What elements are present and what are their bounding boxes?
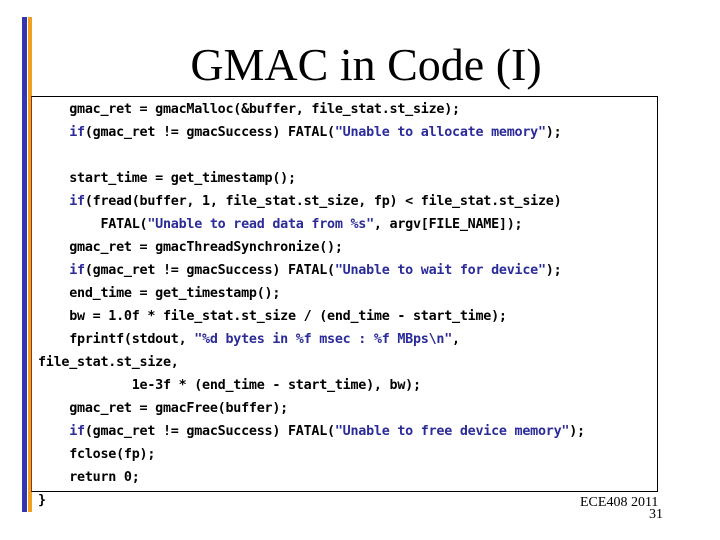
code-keyword: if [69,194,85,209]
code-text: (gmac_ret != gmacSuccess) FATAL( [84,424,335,439]
code-keyword: if [69,263,85,278]
code-string: "Unable to free device memory" [334,424,570,439]
code-text: start_time = get_timestamp(); [38,171,296,186]
code-line: if(gmac_ret != gmacSuccess) FATAL("Unabl… [38,420,585,443]
code-text: ); [545,125,562,140]
code-block: gmac_ret = gmacMalloc(&buffer, file_stat… [38,98,585,512]
code-line: end_time = get_timestamp(); [38,282,585,305]
code-text: ); [545,263,562,278]
code-keyword: if [69,125,85,140]
code-text: gmac_ret = gmacMalloc(&buffer, file_stat… [38,102,460,117]
code-text: , argv[FILE_NAME]); [373,217,523,232]
code-line: fclose(fp); [38,443,585,466]
code-line: if(gmac_ret != gmacSuccess) FATAL("Unabl… [38,121,585,144]
code-text: fclose(fp); [38,447,156,462]
code-line: if(gmac_ret != gmacSuccess) FATAL("Unabl… [38,259,585,282]
code-text: bw = 1.0f * file_stat.st_size / (end_tim… [38,309,507,324]
code-line: 1e-3f * (end_time - start_time), bw); [38,374,585,397]
code-string: "Unable to allocate memory" [334,125,546,140]
code-text: end_time = get_timestamp(); [38,286,281,301]
code-text: (fread(buffer, 1, file_stat.st_size, fp)… [84,194,562,209]
code-line: gmac_ret = gmacThreadSynchronize(); [38,236,585,259]
code-text: gmac_ret = gmacFree(buffer); [38,401,288,416]
code-text: 1e-3f * (end_time - start_time), bw); [38,378,421,393]
code-text: } [38,493,46,508]
code-text: file_stat.st_size, [38,355,179,370]
code-keyword: if [69,424,85,439]
code-line: gmac_ret = gmacFree(buffer); [38,397,585,420]
code-string: "Unable to read data from %s" [147,217,374,232]
code-line: return 0; [38,466,585,489]
code-line: FATAL("Unable to read data from %s", arg… [38,213,585,236]
code-line: bw = 1.0f * file_stat.st_size / (end_tim… [38,305,585,328]
code-text: gmac_ret = gmacThreadSynchronize(); [38,240,343,255]
slide-footer: ECE408 2011 [580,495,659,510]
page-number: 31 [649,507,663,522]
code-text: ); [569,424,585,439]
code-string: "%d bytes in %f msec : %f MBps\n" [194,332,453,347]
code-text: (gmac_ret != gmacSuccess) FATAL( [84,263,335,278]
code-string: "Unable to wait for device" [334,263,546,278]
code-text: FATAL( [38,217,148,232]
code-line: gmac_ret = gmacMalloc(&buffer, file_stat… [38,98,585,121]
code-text: fprintf(stdout, [38,332,195,347]
code-text: (gmac_ret != gmacSuccess) FATAL( [84,125,335,140]
code-line: file_stat.st_size, [38,351,585,374]
code-line: start_time = get_timestamp(); [38,167,585,190]
code-text: , [452,332,460,347]
slide-title: GMAC in Code (I) [190,39,542,90]
code-line: } [38,489,585,512]
code-line: if(fread(buffer, 1, file_stat.st_size, f… [38,190,585,213]
code-text: return 0; [38,470,140,485]
code-line: fprintf(stdout, "%d bytes in %f msec : %… [38,328,585,351]
